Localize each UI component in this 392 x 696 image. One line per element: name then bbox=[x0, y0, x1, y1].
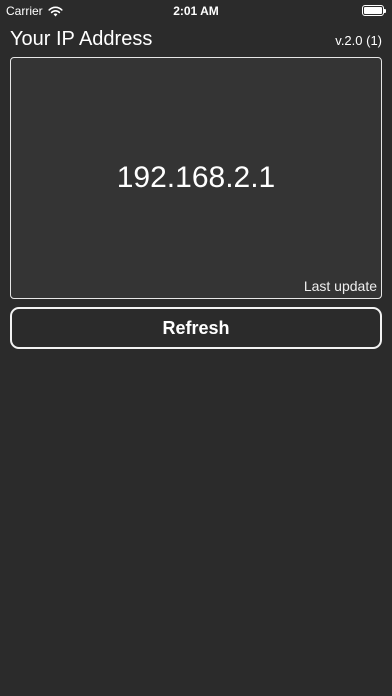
refresh-button[interactable]: Refresh bbox=[10, 307, 382, 349]
version-label: v.2.0 (1) bbox=[335, 33, 382, 48]
status-bar: Carrier 2:01 AM bbox=[0, 0, 392, 22]
battery-icon bbox=[362, 5, 386, 16]
ip-address-value: 192.168.2.1 bbox=[116, 161, 276, 194]
status-time: 2:01 AM bbox=[173, 4, 219, 18]
page-title: Your IP Address bbox=[10, 28, 153, 50]
battery-fill bbox=[364, 7, 382, 14]
ip-panel: 192.168.2.1 Last update bbox=[10, 57, 382, 299]
last-update-label: Last update bbox=[303, 278, 377, 294]
header: Your IP Address v.2.0 (1) bbox=[10, 26, 382, 52]
